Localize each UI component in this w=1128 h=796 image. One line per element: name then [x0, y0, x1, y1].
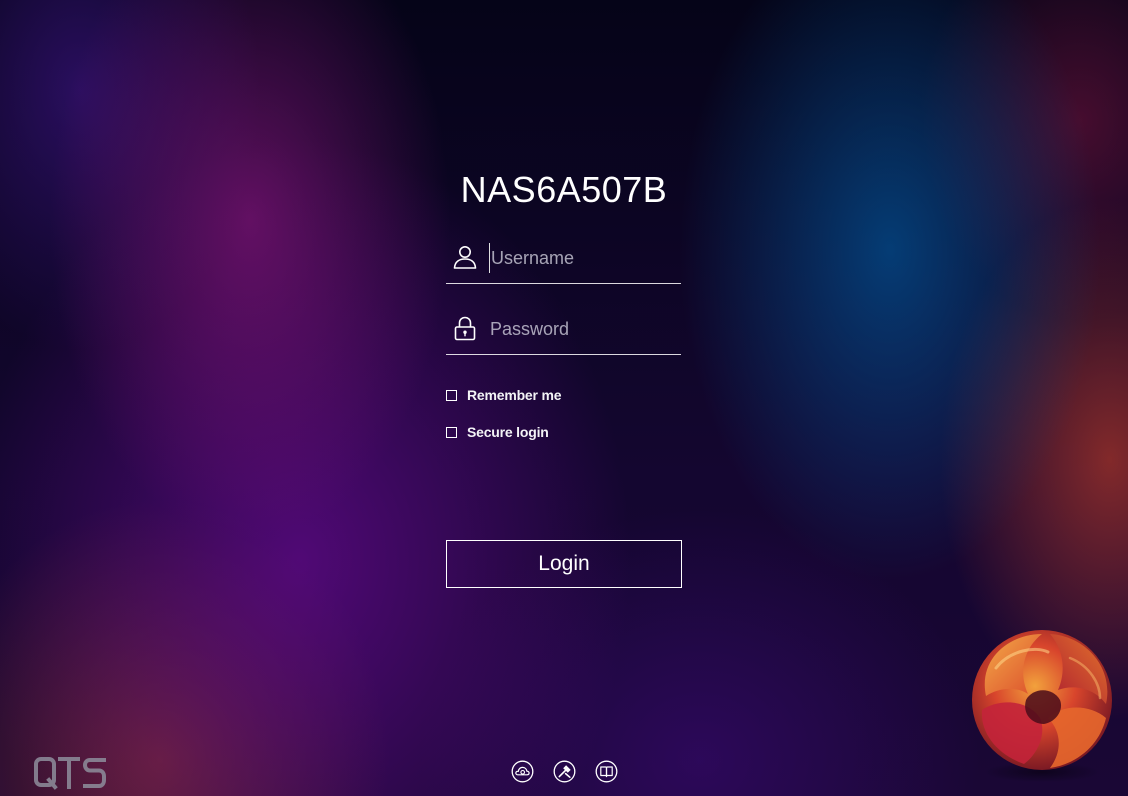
- cloud-icon[interactable]: [511, 760, 534, 783]
- device-name: NAS6A507B: [460, 169, 668, 210]
- secure-login-label[interactable]: Secure login: [467, 424, 549, 440]
- footer-links: [511, 760, 618, 783]
- secure-login-option[interactable]: Secure login: [446, 422, 549, 442]
- book-icon[interactable]: [595, 760, 618, 783]
- password-input[interactable]: [489, 314, 678, 344]
- qnap-orb-logo: [972, 630, 1112, 782]
- remember-me-checkbox[interactable]: [446, 389, 457, 401]
- user-icon: [453, 246, 477, 269]
- secure-login-checkbox[interactable]: [446, 426, 457, 438]
- username-field[interactable]: [446, 231, 681, 284]
- login-button[interactable]: Login: [446, 540, 682, 588]
- lock-icon: [454, 316, 476, 341]
- password-field[interactable]: [446, 302, 681, 355]
- tools-icon[interactable]: [553, 760, 576, 783]
- remember-me-option[interactable]: Remember me: [446, 385, 561, 405]
- username-input[interactable]: [489, 243, 679, 273]
- qts-logo: [34, 757, 106, 790]
- remember-me-label[interactable]: Remember me: [467, 387, 561, 403]
